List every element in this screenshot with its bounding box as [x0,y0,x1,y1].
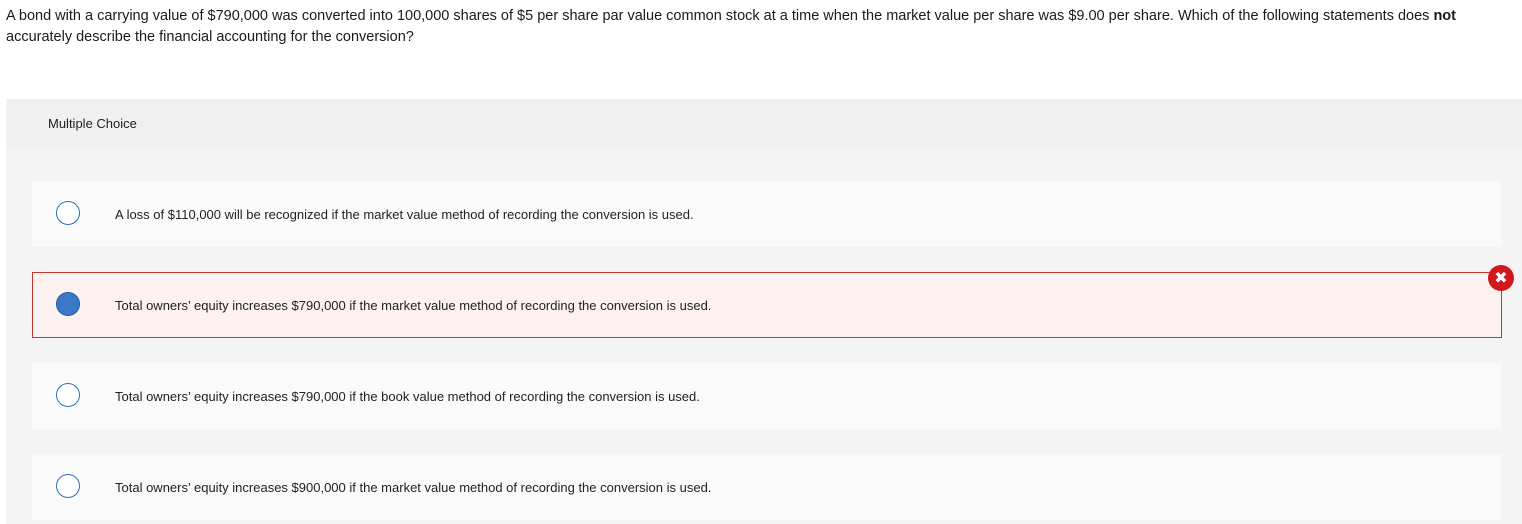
choice-option-text: Total owners’ equity increases $900,000 … [115,480,712,495]
choice-option-4[interactable]: Total owners’ equity increases $900,000 … [32,454,1502,520]
multiple-choice-panel: Multiple Choice A loss of $110,000 will … [6,99,1522,524]
radio-button[interactable] [56,383,80,407]
multiple-choice-header: Multiple Choice [6,99,1522,149]
radio-button[interactable] [56,201,80,225]
multiple-choice-label: Multiple Choice [48,116,137,131]
choice-option-text: Total owners’ equity increases $790,000 … [115,389,700,404]
question-text: A bond with a carrying value of $790,000… [6,6,1518,48]
choice-option-3[interactable]: Total owners’ equity increases $790,000 … [32,363,1502,429]
choice-option-text: Total owners’ equity increases $790,000 … [115,298,712,313]
radio-button-selected[interactable] [56,292,80,316]
choice-option-text: A loss of $110,000 will be recognized if… [115,207,694,222]
radio-button[interactable] [56,474,80,498]
choice-option-1[interactable]: A loss of $110,000 will be recognized if… [32,181,1502,247]
choice-option-2[interactable]: Total owners’ equity increases $790,000 … [32,272,1502,338]
close-circle-icon: ✖ [1488,265,1514,291]
question-text-part-1: A bond with a carrying value of $790,000… [6,8,1434,24]
question-emphasis: not [1433,8,1456,24]
question-text-part-2: accurately describe the financial accoun… [6,29,414,45]
